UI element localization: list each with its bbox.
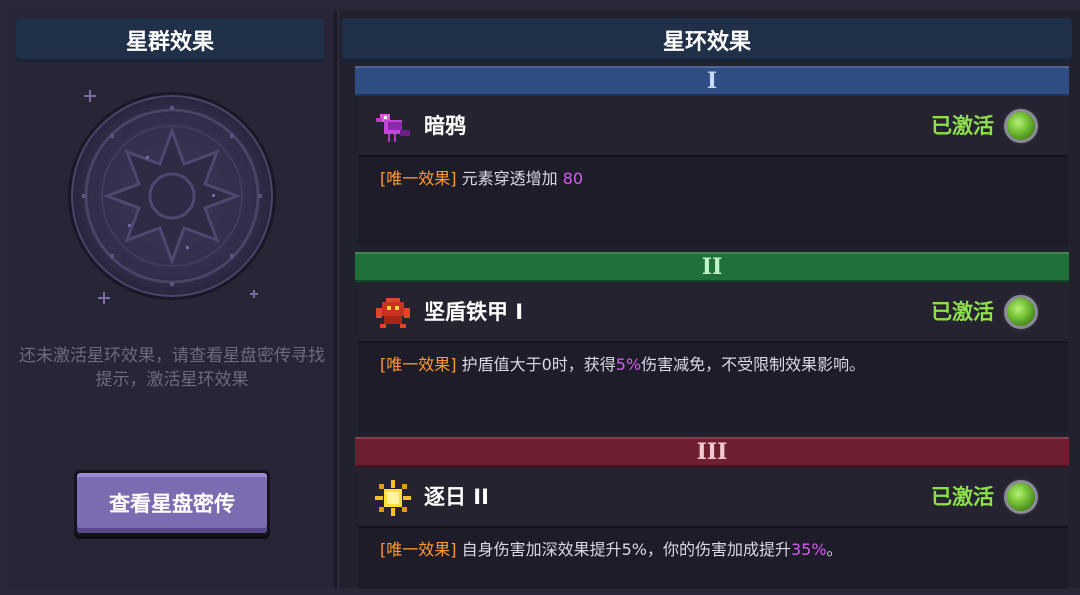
card-header: 逐日 II 已激活 — [358, 469, 1068, 528]
unique-effect-tag: [唯一效果] — [380, 355, 457, 374]
desc-text: 护盾值大于0时，获得 — [461, 355, 616, 374]
desc-value: 80 — [562, 169, 584, 188]
effect-description: [唯一效果] 元素穿透增加 80 — [380, 165, 583, 189]
active-indicator-icon — [1004, 109, 1038, 143]
sun-icon — [375, 480, 411, 516]
active-indicator-icon — [1004, 480, 1038, 514]
no-effect-hint: 还未激活星环效果，请查看星盘密传寻找提示，激活星环效果 — [19, 346, 325, 390]
sparkle-icon — [84, 90, 96, 102]
activated-status: 已激活 — [931, 300, 994, 324]
effect-card-2[interactable]: 坚盾铁甲 I 已激活 [唯一效果] 护盾值大于0时，获得5%伤害减免，不受限制效… — [358, 284, 1068, 432]
effect-description: [唯一效果] 自身伤害加深效果提升5%，你的伤害加成提升35%。 — [380, 536, 843, 560]
tier-2-bar: II — [355, 252, 1069, 282]
effect-card-1[interactable]: 暗鸦 已激活 [唯一效果] 元素穿透增加 80 — [358, 98, 1068, 246]
constellation-effects-header: 星群效果 — [16, 18, 324, 62]
star-disk-emblem — [68, 92, 276, 300]
star-ring-effects-header: 星环效果 — [342, 18, 1072, 62]
effect-name: 坚盾铁甲 I — [424, 300, 524, 324]
desc-text-after: 。 — [826, 540, 843, 559]
effect-name: 暗鸦 — [424, 114, 466, 138]
unique-effect-tag: [唯一效果] — [380, 169, 457, 188]
sparkle-icon — [250, 290, 258, 298]
active-indicator-icon — [1004, 295, 1038, 329]
desc-text: 自身伤害加深效果提升5%，你的伤害加成提升 — [461, 540, 791, 559]
unique-effect-tag: [唯一效果] — [380, 540, 457, 559]
tier-1-bar: I — [355, 66, 1069, 96]
tier-3-bar: III — [355, 437, 1069, 467]
card-header: 暗鸦 已激活 — [358, 98, 1068, 157]
desc-value: 5% — [615, 355, 642, 374]
effect-description: [唯一效果] 护盾值大于0时，获得5%伤害减免，不受限制效果影响。 — [380, 351, 865, 375]
desc-text: 元素穿透增加 — [461, 169, 563, 188]
iron-armor-crab-icon — [376, 298, 410, 328]
sparkle-icon — [98, 292, 110, 304]
effect-name: 逐日 II — [424, 485, 489, 509]
view-star-disk-button[interactable]: 查看星盘密传 — [74, 470, 270, 536]
dark-crow-icon — [376, 114, 410, 142]
activated-status: 已激活 — [931, 114, 994, 138]
desc-value: 35% — [790, 540, 827, 559]
desc-text-after: 伤害减免，不受限制效果影响。 — [641, 355, 866, 374]
card-header: 坚盾铁甲 I 已激活 — [358, 284, 1068, 343]
activated-status: 已激活 — [931, 485, 994, 509]
effect-card-3[interactable]: 逐日 II 已激活 [唯一效果] 自身伤害加深效果提升5%，你的伤害加成提升35… — [358, 469, 1068, 589]
